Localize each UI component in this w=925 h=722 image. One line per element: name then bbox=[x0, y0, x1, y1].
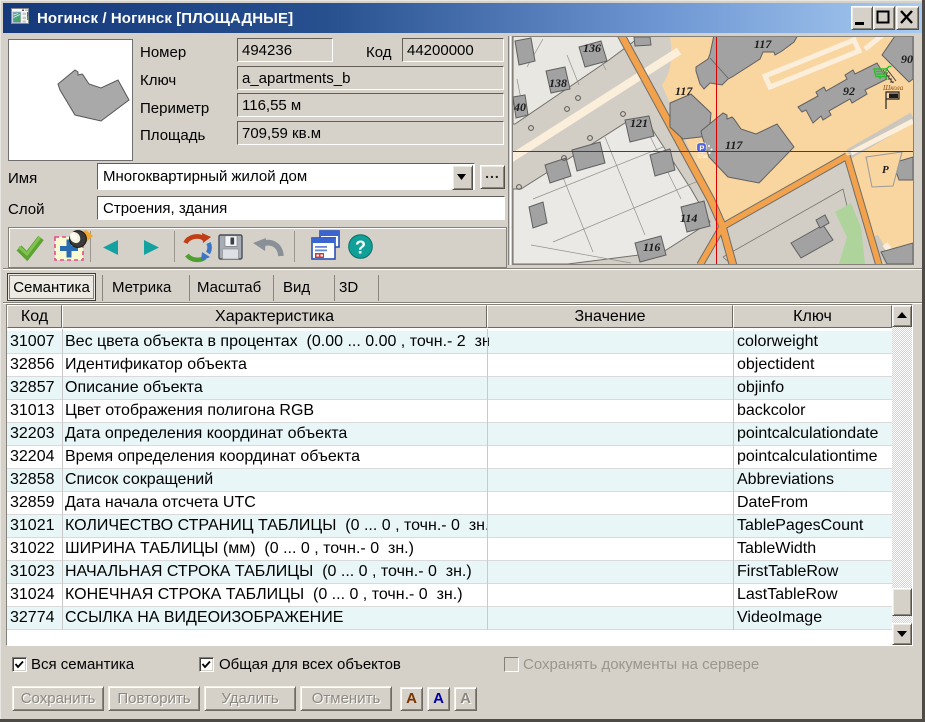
svg-text:136: 136 bbox=[583, 41, 601, 55]
svg-text:138: 138 bbox=[549, 76, 567, 90]
svg-text:40: 40 bbox=[513, 100, 526, 114]
svg-text:Школа: Школа bbox=[882, 84, 904, 92]
svg-text:117: 117 bbox=[675, 84, 693, 98]
svg-text:121: 121 bbox=[630, 116, 648, 130]
svg-text:P: P bbox=[882, 164, 889, 176]
svg-text:114: 114 bbox=[680, 211, 697, 225]
svg-text:117: 117 bbox=[725, 138, 743, 152]
svg-text:90: 90 bbox=[901, 52, 913, 66]
svg-text:?: ? bbox=[355, 238, 366, 258]
svg-text:92: 92 bbox=[843, 84, 855, 98]
svg-text:116: 116 bbox=[643, 240, 660, 254]
svg-text:3,5м: 3,5м bbox=[697, 154, 708, 160]
svg-text:117: 117 bbox=[754, 37, 772, 51]
